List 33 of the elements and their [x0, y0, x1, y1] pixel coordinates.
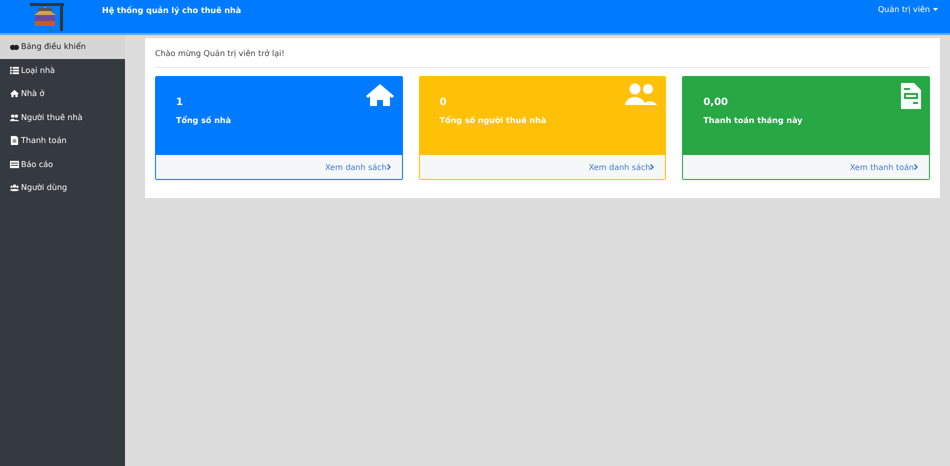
user-menu[interactable]: Quản trị viên: [878, 5, 938, 14]
chevron-icon: [650, 164, 656, 170]
stat-value: 0,00: [703, 97, 728, 108]
users-icon: [10, 112, 19, 122]
stat-value: 1: [176, 97, 183, 108]
chevron-icon: [386, 164, 392, 170]
stat-label: Tổng số nhà: [176, 116, 231, 125]
list-icon: [10, 66, 19, 75]
house-logo: [30, 2, 64, 30]
house-icon: [366, 83, 394, 107]
sidebar-item[interactable]: Bảng điều khiển: [0, 35, 125, 58]
house-icon: [10, 89, 19, 98]
users-icon: [10, 183, 19, 192]
document-icon: [901, 83, 921, 109]
welcome-message: Chào mừng Quản trị viên trở lại!: [155, 48, 930, 68]
app-title: Hệ thống quản lý cho thuê nhà: [102, 6, 242, 15]
stat-value: 0: [440, 97, 447, 108]
sidebar-item[interactable]: Loại nhà: [0, 58, 125, 82]
view-link[interactable]: Xem danh sách: [588, 162, 656, 172]
sidebar-item[interactable]: Thanh toán: [0, 129, 125, 152]
users-icon: [625, 83, 658, 107]
stat-label: Tổng số người thuê nhà: [440, 116, 546, 125]
view-link[interactable]: Xem thanh toán: [850, 162, 919, 172]
stat-label: Thanh toán tháng này: [703, 116, 802, 125]
chevron-icon: [914, 164, 919, 170]
sidebar-item[interactable]: Báo cáo: [0, 152, 125, 176]
sidebar-item[interactable]: Nhà ở: [0, 82, 125, 106]
caret-icon: [933, 8, 938, 11]
document-icon: [10, 136, 19, 146]
report-icon: [10, 160, 19, 169]
sidebar-item[interactable]: Người thuê nhà: [0, 106, 125, 129]
view-link[interactable]: Xem danh sách: [325, 162, 392, 172]
sidebar-item[interactable]: Người dùng: [0, 176, 125, 200]
